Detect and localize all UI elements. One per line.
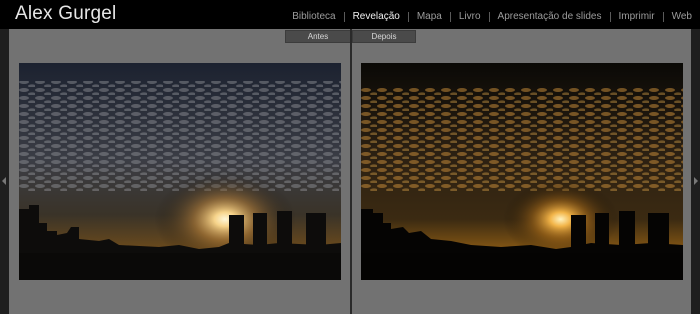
before-label: Antes	[285, 30, 351, 43]
module-separator	[488, 11, 490, 22]
module-apresentacao-de-slides[interactable]: Apresentação de slides	[498, 11, 602, 22]
module-separator	[662, 11, 664, 22]
before-pane: Antes	[9, 29, 351, 314]
sunset-photo-before	[19, 63, 341, 280]
module-mapa[interactable]: Mapa	[417, 11, 442, 22]
after-photo[interactable]	[361, 63, 683, 280]
after-label: Depois	[352, 30, 416, 43]
module-revelacao[interactable]: Revelação	[353, 11, 400, 22]
module-livro[interactable]: Livro	[459, 11, 481, 22]
module-separator	[449, 11, 451, 22]
sunset-photo-after	[361, 63, 683, 280]
module-separator	[407, 11, 409, 22]
module-web[interactable]: Web	[672, 11, 692, 22]
module-separator	[609, 11, 611, 22]
left-panel-toggle[interactable]	[0, 29, 9, 314]
module-imprimir[interactable]: Imprimir	[619, 11, 655, 22]
right-panel-toggle[interactable]	[691, 29, 700, 314]
module-separator	[343, 11, 345, 22]
before-photo[interactable]	[19, 63, 341, 280]
lightroom-window: Alex Gurgel Biblioteca Revelação Mapa Li…	[0, 0, 700, 314]
module-picker: Biblioteca Revelação Mapa Livro Apresent…	[292, 11, 692, 22]
left-arrow-icon	[2, 177, 6, 185]
module-biblioteca[interactable]: Biblioteca	[292, 11, 335, 22]
after-pane: Depois	[352, 29, 691, 314]
top-bar: Alex Gurgel Biblioteca Revelação Mapa Li…	[0, 0, 700, 29]
right-arrow-icon	[694, 177, 698, 185]
identity-plate: Alex Gurgel	[15, 3, 117, 24]
